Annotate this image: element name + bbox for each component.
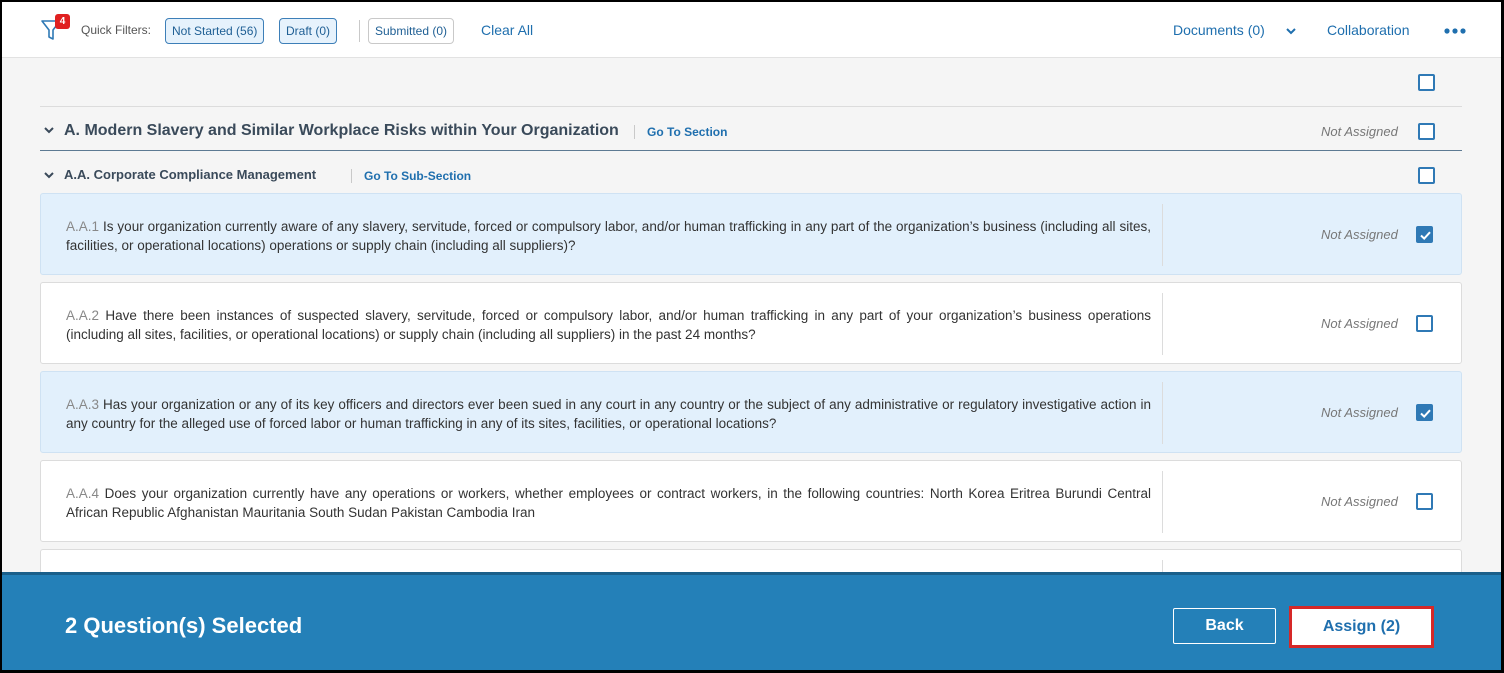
question-checkbox[interactable]: [1416, 226, 1433, 243]
question-body: Is your organization currently aware of …: [66, 219, 1151, 253]
question-list: A. Modern Slavery and Similar Workplace …: [2, 59, 1501, 572]
chip-not-started[interactable]: Not Started (56): [165, 18, 265, 44]
assign-button-highlight: Assign (2): [1289, 606, 1434, 648]
selection-footer: 2 Question(s) Selected Back Assign (2): [2, 572, 1501, 670]
question-body: Has your organization or any of its key …: [66, 397, 1151, 431]
section-checkbox[interactable]: [1418, 123, 1435, 140]
question-card[interactable]: A.A.1 Is your organization currently awa…: [40, 193, 1462, 275]
divider: [1162, 382, 1163, 444]
back-button[interactable]: Back: [1173, 608, 1276, 644]
divider: [351, 169, 352, 183]
question-checkbox[interactable]: [1416, 315, 1433, 332]
divider: [40, 106, 1462, 107]
question-number: A.A.2: [66, 308, 100, 323]
question-text: A.A.2 Have there been instances of suspe…: [66, 306, 1151, 344]
selected-count-text: 2 Question(s) Selected: [65, 613, 303, 638]
top-toolbar: 4 Quick Filters: Not Started (56) Draft …: [2, 2, 1501, 58]
chevron-down-icon[interactable]: [43, 168, 55, 180]
question-checkbox[interactable]: [1416, 493, 1433, 510]
question-text: A.A.1 Is your organization currently awa…: [66, 217, 1151, 255]
chevron-down-icon[interactable]: [1284, 24, 1298, 38]
divider: [1162, 560, 1163, 572]
question-number: A.A.3: [66, 397, 100, 412]
go-to-subsection-link[interactable]: Go To Sub-Section: [364, 169, 471, 183]
go-to-section-link[interactable]: Go To Section: [647, 125, 727, 139]
assign-button[interactable]: Assign (2): [1295, 612, 1428, 642]
subsection-title: A.A. Corporate Compliance Management: [64, 167, 317, 182]
question-card[interactable]: A.A.4 Does your organization currently h…: [40, 460, 1462, 542]
divider: [1162, 471, 1163, 533]
app-window: 4 Quick Filters: Not Started (56) Draft …: [2, 2, 1501, 670]
section-title: A. Modern Slavery and Similar Workplace …: [64, 122, 619, 139]
quick-filters-label: Quick Filters:: [81, 23, 152, 37]
divider: [634, 125, 635, 139]
question-text: A.A.3 Has your organization or any of it…: [66, 395, 1151, 433]
filter-divider: [359, 20, 360, 42]
question-status: Not Assigned: [1321, 227, 1398, 242]
subsection-checkbox[interactable]: [1418, 167, 1435, 184]
chip-draft[interactable]: Draft (0): [279, 18, 338, 44]
collaboration-link[interactable]: Collaboration: [1327, 22, 1410, 38]
clear-all-link[interactable]: Clear All: [481, 22, 533, 38]
question-status: Not Assigned: [1321, 316, 1398, 331]
question-status: Not Assigned: [1321, 494, 1398, 509]
chip-submitted[interactable]: Submitted (0): [368, 18, 455, 44]
section-status: Not Assigned: [1321, 124, 1398, 139]
select-all-checkbox[interactable]: [1418, 74, 1435, 91]
divider: [1162, 204, 1163, 266]
question-card[interactable]: A.A.3 Has your organization or any of it…: [40, 371, 1462, 453]
question-checkbox[interactable]: [1416, 404, 1433, 421]
section-divider: [40, 150, 1462, 151]
question-number: A.A.1: [66, 219, 100, 234]
question-card-partial[interactable]: [40, 549, 1462, 572]
filter-count-badge: 4: [55, 14, 70, 29]
question-number: A.A.4: [66, 486, 100, 501]
question-card[interactable]: A.A.2 Have there been instances of suspe…: [40, 282, 1462, 364]
more-options-icon[interactable]: [1442, 20, 1468, 40]
question-status: Not Assigned: [1321, 405, 1398, 420]
documents-menu[interactable]: Documents (0): [1173, 22, 1265, 38]
question-text: A.A.4 Does your organization currently h…: [66, 484, 1151, 522]
question-body: Have there been instances of suspected s…: [66, 308, 1151, 342]
chevron-down-icon[interactable]: [43, 123, 55, 135]
divider: [1162, 293, 1163, 355]
question-body: Does your organization currently have an…: [66, 486, 1151, 520]
